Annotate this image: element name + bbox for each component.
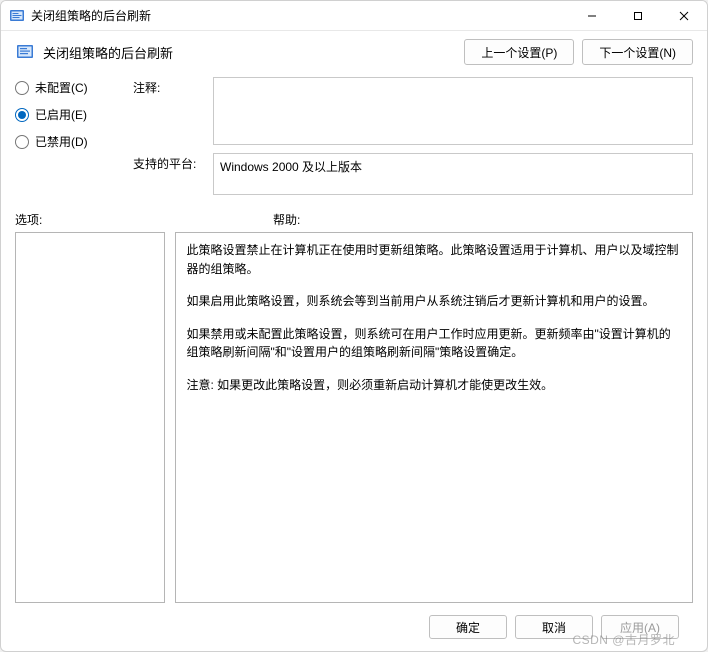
radio-enabled[interactable]: 已启用(E) bbox=[15, 106, 115, 123]
help-paragraph: 此策略设置禁止在计算机正在使用时更新组策略。此策略设置适用于计算机、用户以及域控… bbox=[186, 241, 682, 278]
policy-editor-window: 关闭组策略的后台刷新 关闭组策略的后台刷新 上一个设置(P) 下一个设置(N) bbox=[0, 0, 708, 652]
close-button[interactable] bbox=[661, 1, 707, 31]
radio-disabled[interactable]: 已禁用(D) bbox=[15, 133, 115, 150]
radio-label: 未配置(C) bbox=[35, 79, 88, 96]
policy-icon bbox=[15, 42, 35, 62]
header-row: 关闭组策略的后台刷新 上一个设置(P) 下一个设置(N) bbox=[1, 31, 707, 73]
policy-title: 关闭组策略的后台刷新 bbox=[43, 43, 173, 62]
titlebar: 关闭组策略的后台刷新 bbox=[1, 1, 707, 31]
help-paragraph: 注意: 如果更改此策略设置，则必须重新启动计算机才能使更改生效。 bbox=[186, 376, 682, 395]
state-radio-group: 未配置(C) 已启用(E) 已禁用(D) bbox=[15, 77, 115, 195]
supported-on-value: Windows 2000 及以上版本 bbox=[220, 160, 362, 174]
supported-on-field: Windows 2000 及以上版本 bbox=[213, 153, 693, 195]
supported-on-label: 支持的平台: bbox=[133, 153, 203, 172]
next-setting-button[interactable]: 下一个设置(N) bbox=[582, 39, 693, 65]
app-icon bbox=[9, 8, 25, 24]
help-label: 帮助: bbox=[273, 211, 693, 228]
dialog-footer: 确定 取消 应用(A) CSDN @古月罗北 bbox=[15, 603, 693, 651]
window-title: 关闭组策略的后台刷新 bbox=[31, 7, 151, 24]
minimize-button[interactable] bbox=[569, 1, 615, 31]
options-pane bbox=[15, 232, 165, 603]
options-label: 选项: bbox=[15, 211, 263, 228]
cancel-button[interactable]: 取消 bbox=[515, 615, 593, 639]
comment-textarea[interactable] bbox=[213, 77, 693, 145]
radio-icon bbox=[15, 135, 29, 149]
comment-label: 注释: bbox=[133, 77, 203, 96]
radio-label: 已禁用(D) bbox=[35, 133, 88, 150]
apply-button[interactable]: 应用(A) bbox=[601, 615, 679, 639]
help-paragraph: 如果启用此策略设置，则系统会等到当前用户从系统注销后才更新计算机和用户的设置。 bbox=[186, 292, 682, 311]
radio-icon bbox=[15, 81, 29, 95]
help-paragraph: 如果禁用或未配置此策略设置，则系统可在用户工作时应用更新。更新频率由"设置计算机… bbox=[186, 325, 682, 362]
radio-label: 已启用(E) bbox=[35, 106, 87, 123]
maximize-button[interactable] bbox=[615, 1, 661, 31]
previous-setting-button[interactable]: 上一个设置(P) bbox=[464, 39, 574, 65]
help-pane: 此策略设置禁止在计算机正在使用时更新组策略。此策略设置适用于计算机、用户以及域控… bbox=[175, 232, 693, 603]
radio-not-configured[interactable]: 未配置(C) bbox=[15, 79, 115, 96]
radio-icon bbox=[15, 108, 29, 122]
ok-button[interactable]: 确定 bbox=[429, 615, 507, 639]
